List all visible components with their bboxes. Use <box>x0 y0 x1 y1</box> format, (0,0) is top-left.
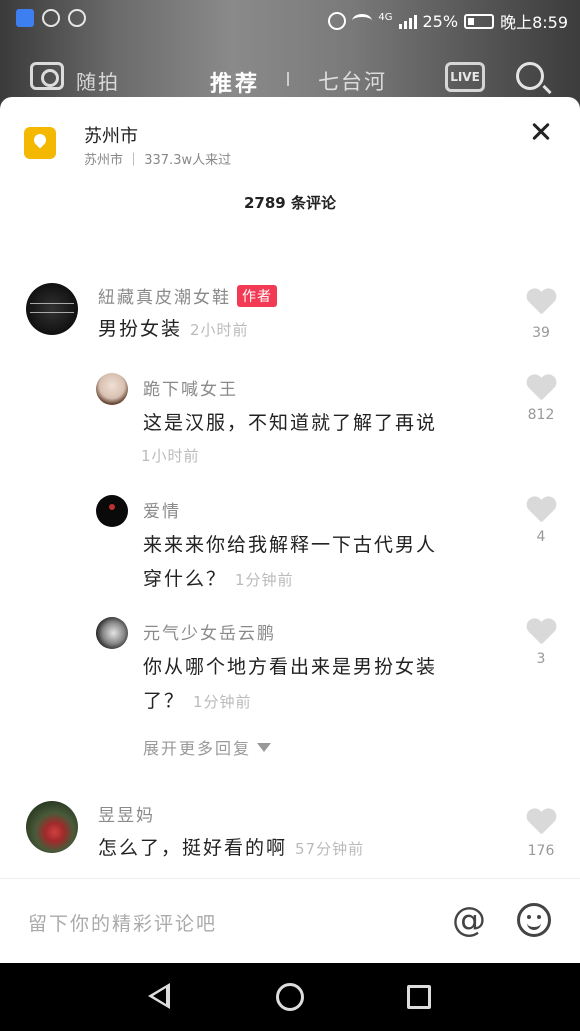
at-icon[interactable]: @ <box>452 901 486 939</box>
like-count: 39 <box>532 325 550 341</box>
status-bar: 4G 25% 晚上8:59 <box>0 0 580 38</box>
top-nav: 随拍 推荐 七台河 LIVE <box>0 52 580 102</box>
comment-username[interactable]: 元气少女岳云鹏 <box>143 619 276 644</box>
tab-recommend[interactable]: 推荐 <box>210 66 260 98</box>
comment-time: 1分钟前 <box>193 693 252 711</box>
tab-suipai[interactable]: 随拍 <box>76 66 120 95</box>
comment-item[interactable]: 昱昱妈 怎么了，挺好看的啊 57分钟前 176 <box>0 797 580 877</box>
comment-text: 男扮女装 2小时前 <box>98 318 249 340</box>
avatar[interactable] <box>96 495 128 527</box>
comment-time: 57分钟前 <box>295 840 365 858</box>
like-count: 4 <box>536 529 546 545</box>
caret-down-icon <box>257 743 272 752</box>
tab-local[interactable]: 七台河 <box>318 66 387 96</box>
alarm-icon <box>328 12 347 30</box>
camera-icon[interactable] <box>30 62 64 90</box>
avatar[interactable] <box>96 617 128 649</box>
heart-icon[interactable] <box>526 809 556 837</box>
like-count: 812 <box>527 407 555 423</box>
comment-item[interactable]: 紐藏真皮潮女鞋 作者 男扮女装 2小时前 39 <box>0 277 580 357</box>
reply-item[interactable]: 跪下喊女王 这是汉服，不知道就了解了再说 1小时前 812 <box>0 369 580 469</box>
network-type: 4G <box>378 11 393 23</box>
comment-input[interactable]: 留下你的精彩评论吧 <box>28 909 217 936</box>
comment-time: 1分钟前 <box>235 571 294 589</box>
comment-username[interactable]: 爱情 <box>143 497 181 522</box>
smile-icon[interactable] <box>517 903 551 937</box>
back-icon[interactable] <box>148 983 170 1009</box>
location-title[interactable]: 苏州市 <box>84 122 138 148</box>
battery-icon <box>464 13 495 29</box>
heart-icon[interactable] <box>526 619 556 647</box>
battery-percent: 25% <box>422 11 459 31</box>
comment-count: 2789 条评论 <box>244 194 336 212</box>
like-count: 176 <box>527 843 555 859</box>
home-icon[interactable] <box>276 983 304 1011</box>
search-icon[interactable] <box>516 62 544 90</box>
live-icon[interactable]: LIVE <box>445 62 485 92</box>
chat-notification-icon <box>68 9 86 27</box>
heart-icon[interactable] <box>526 497 556 525</box>
comment-username[interactable]: 跪下喊女王 <box>143 375 238 400</box>
heart-icon[interactable] <box>526 289 556 317</box>
close-icon[interactable] <box>528 119 554 145</box>
comment-sheet: 苏州市 苏州市 ｜ 337.3w人来过 2789 条评论 紐藏真皮潮女鞋 作者 男… <box>0 97 580 963</box>
comment-time: 1小时前 <box>141 447 200 465</box>
avatar[interactable] <box>26 283 78 335</box>
comment-username[interactable]: 昱昱妈 <box>98 801 155 826</box>
nav-divider <box>287 72 289 86</box>
comment-time: 2小时前 <box>190 321 249 339</box>
app-notification-icon <box>16 9 34 27</box>
expand-replies-button[interactable]: 展开更多回复 <box>143 735 272 759</box>
like-count: 3 <box>536 651 546 667</box>
reply-item[interactable]: 爱情 来来来你给我解释一下古代男人 穿什么？ 1分钟前 4 <box>0 491 580 591</box>
avatar[interactable] <box>26 801 78 853</box>
avatar[interactable] <box>96 373 128 405</box>
heart-icon[interactable] <box>526 375 556 403</box>
recent-apps-icon[interactable] <box>407 985 431 1009</box>
comment-text: 这是汉服，不知道就了解了再说 <box>143 412 438 434</box>
location-pin-icon <box>24 127 56 159</box>
comment-input-bar: 留下你的精彩评论吧 @ <box>0 878 580 963</box>
system-nav-bar <box>0 963 580 1031</box>
wifi-icon <box>352 14 373 28</box>
signal-icon <box>398 13 417 29</box>
app-notification-icon <box>42 9 60 27</box>
reply-item[interactable]: 元气少女岳云鹏 你从哪个地方看出来是男扮女装 了？ 1分钟前 3 <box>0 613 580 713</box>
author-badge: 作者 <box>237 285 277 307</box>
clock-time: 晚上8:59 <box>500 13 568 32</box>
comment-text: 你从哪个地方看出来是男扮女装 了？ 1分钟前 <box>143 656 438 712</box>
comment-text: 怎么了，挺好看的啊 57分钟前 <box>98 837 365 859</box>
comment-username[interactable]: 紐藏真皮潮女鞋 作者 <box>98 283 277 308</box>
location-subtitle: 苏州市 ｜ 337.3w人来过 <box>84 153 232 168</box>
comment-text: 来来来你给我解释一下古代男人 穿什么？ 1分钟前 <box>143 534 438 590</box>
